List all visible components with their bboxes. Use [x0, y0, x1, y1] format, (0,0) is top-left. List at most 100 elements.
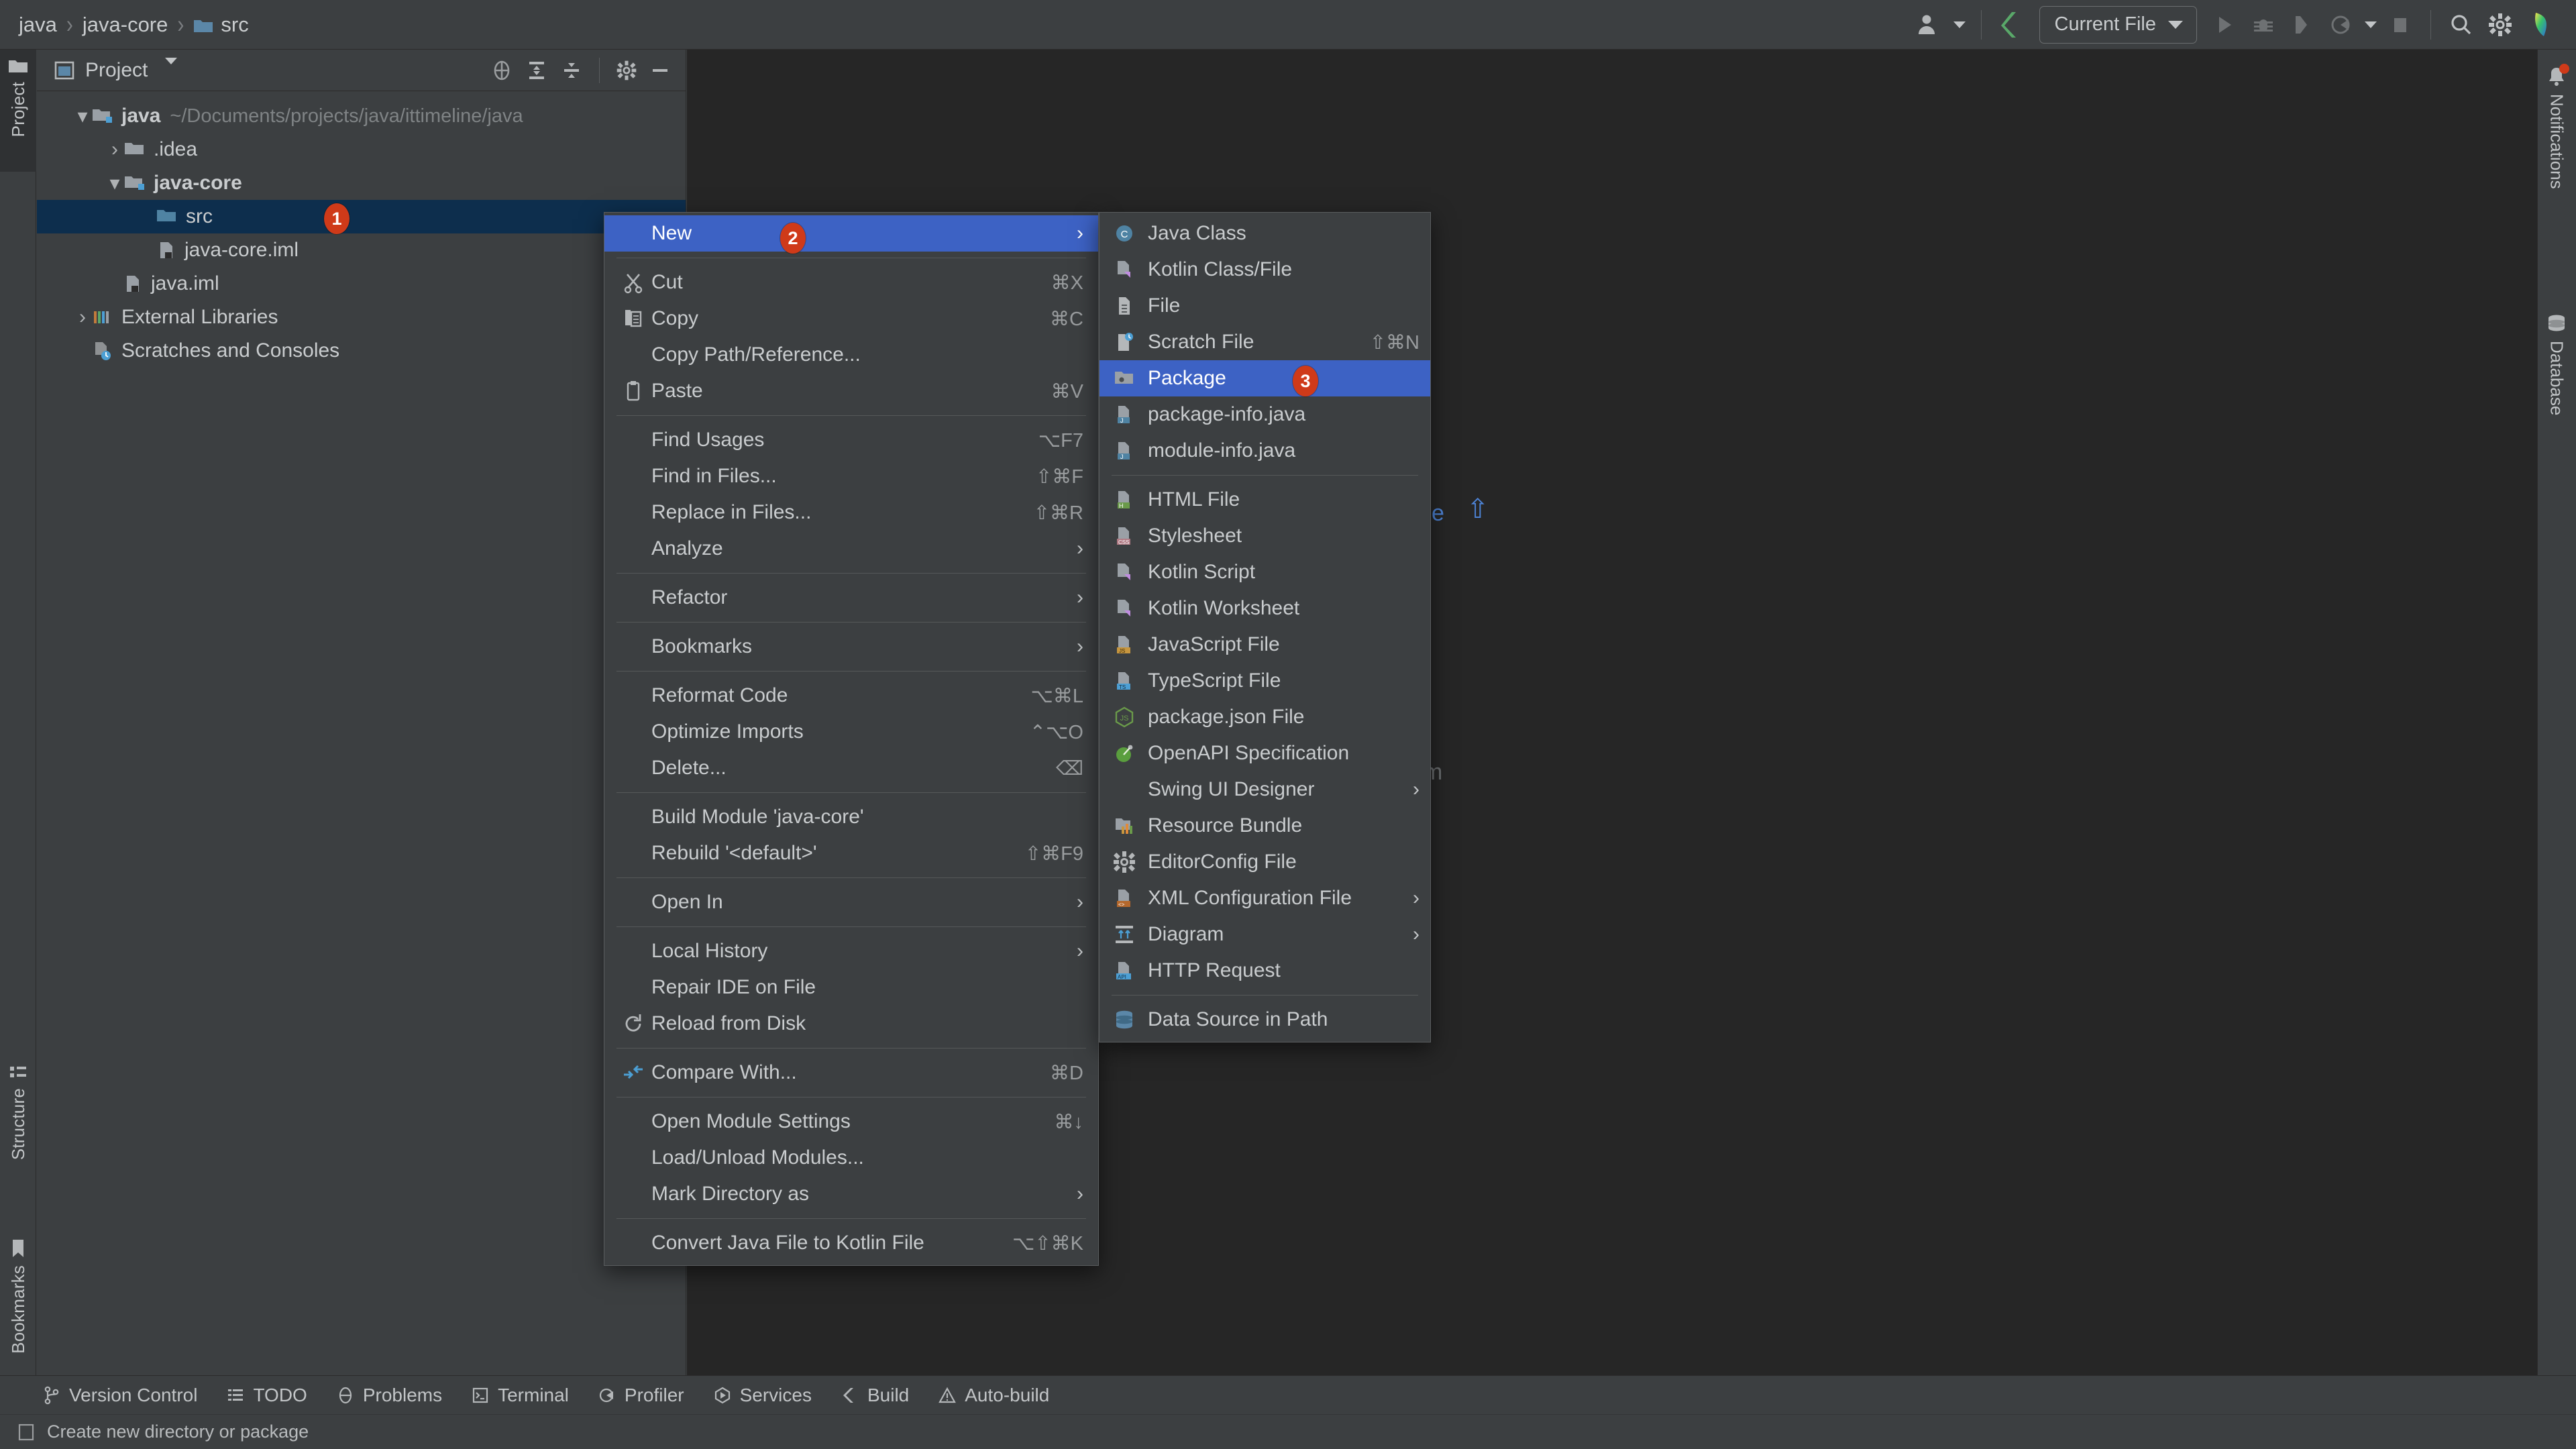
- menu-item-rebuild-default[interactable]: Rebuild '<default>' ⇧⌘F9: [604, 835, 1098, 871]
- tree-row[interactable]: ▾ java ~/Documents/projects/java/ittimel…: [37, 99, 686, 133]
- menu-item-mark-directory-as[interactable]: Mark Directory as ›: [604, 1176, 1098, 1212]
- sidebar-item-database[interactable]: Database: [2537, 305, 2576, 499]
- menu-item-java-class[interactable]: C Java Class: [1099, 215, 1430, 252]
- bottom-tab-auto-build[interactable]: Auto-build: [938, 1385, 1049, 1406]
- ai-assistant-icon[interactable]: [2520, 5, 2559, 44]
- debug-icon[interactable]: [2244, 5, 2283, 44]
- menu-item-package-json-file[interactable]: JS package.json File: [1099, 699, 1430, 735]
- run-coverage-icon[interactable]: [2283, 5, 2322, 44]
- menu-item-repair-ide-on-file[interactable]: Repair IDE on File: [604, 969, 1098, 1006]
- menu-item-load-unload-modules[interactable]: Load/Unload Modules...: [604, 1140, 1098, 1176]
- menu-item-compare-with[interactable]: Compare With... ⌘D: [604, 1055, 1098, 1091]
- breadcrumb-item-java[interactable]: java: [15, 13, 66, 37]
- menu-item-scratch-file[interactable]: Scratch File ⇧⌘N: [1099, 324, 1430, 360]
- target-icon[interactable]: [490, 59, 513, 82]
- bottom-tab-services[interactable]: Services: [714, 1385, 812, 1406]
- tree-row[interactable]: java-core.iml: [37, 233, 686, 267]
- tree-row[interactable]: Scratches and Consoles: [37, 334, 686, 368]
- profiler-chevron-down-icon[interactable]: [2361, 5, 2381, 44]
- user-account-icon[interactable]: [1910, 5, 1949, 44]
- menu-item-convert-java-file-to-kotlin-file[interactable]: Convert Java File to Kotlin File ⌥⇧⌘K: [604, 1225, 1098, 1261]
- menu-item-delete[interactable]: Delete... ⌫: [604, 750, 1098, 786]
- menu-item-optimize-imports[interactable]: Optimize Imports ⌃⌥O: [604, 714, 1098, 750]
- menu-item-swing-ui-designer[interactable]: Swing UI Designer ›: [1099, 771, 1430, 808]
- bottom-tab-todo[interactable]: TODO: [227, 1385, 307, 1406]
- account-chevron-down-icon[interactable]: [1949, 5, 1970, 44]
- menu-item-typescript-file[interactable]: TS TypeScript File: [1099, 663, 1430, 699]
- menu-item-label: Build Module 'java-core': [651, 806, 864, 828]
- sidebar-item-bookmarks[interactable]: Bookmarks: [0, 1230, 36, 1398]
- bottom-tab-profiler[interactable]: Profiler: [598, 1385, 684, 1406]
- tree-row-src[interactable]: src: [37, 200, 686, 233]
- minus-icon[interactable]: [649, 60, 671, 81]
- menu-item-package-info-java[interactable]: Jpackage-info.java: [1099, 396, 1430, 433]
- menu-item-bookmarks[interactable]: Bookmarks ›: [604, 629, 1098, 665]
- gear-icon[interactable]: [616, 60, 637, 81]
- search-icon[interactable]: [2442, 5, 2481, 44]
- menu-item-editorconfig-file[interactable]: EditorConfig File: [1099, 844, 1430, 880]
- menu-item-kotlin-worksheet[interactable]: Kotlin Worksheet: [1099, 590, 1430, 627]
- bottom-tab-terminal[interactable]: Terminal: [472, 1385, 569, 1406]
- stop-icon[interactable]: [2381, 5, 2420, 44]
- menu-item-copy[interactable]: Copy ⌘C: [604, 301, 1098, 337]
- menu-item-kotlin-script[interactable]: Kotlin Script: [1099, 554, 1430, 590]
- menu-item-reformat-code[interactable]: Reformat Code ⌥⌘L: [604, 678, 1098, 714]
- menu-item-analyze[interactable]: Analyze ›: [604, 531, 1098, 567]
- menu-item-find-usages[interactable]: Find Usages ⌥F7: [604, 422, 1098, 458]
- tree-row[interactable]: ▾ java-core: [37, 166, 686, 200]
- menu-item-file[interactable]: File: [1099, 288, 1430, 324]
- menu-item-local-history[interactable]: Local History ›: [604, 933, 1098, 969]
- profiler-icon[interactable]: [2322, 5, 2361, 44]
- run-icon[interactable]: [2205, 5, 2244, 44]
- menu-item-html-file[interactable]: H HTML File: [1099, 482, 1430, 518]
- tree-row[interactable]: › .idea: [37, 133, 686, 166]
- menu-item-open-module-settings[interactable]: Open Module Settings ⌘↓: [604, 1104, 1098, 1140]
- menu-item-build-module-java-core[interactable]: Build Module 'java-core': [604, 799, 1098, 835]
- menu-item-copy-path-reference[interactable]: Copy Path/Reference...: [604, 337, 1098, 373]
- menu-item-resource-bundle[interactable]: Resource Bundle: [1099, 808, 1430, 844]
- menu-item-xml-configuration-file[interactable]: <> XML Configuration File ›: [1099, 880, 1430, 916]
- breadcrumb-item-java-core[interactable]: java-core: [73, 13, 178, 37]
- menu-item-kotlin-class-file[interactable]: Kotlin Class/File: [1099, 252, 1430, 288]
- expand-all-icon[interactable]: [525, 59, 548, 82]
- menu-item-stylesheet[interactable]: CSS Stylesheet: [1099, 518, 1430, 554]
- menu-item-refactor[interactable]: Refactor ›: [604, 580, 1098, 616]
- menu-item-openapi-specification[interactable]: OpenAPI Specification: [1099, 735, 1430, 771]
- js-file-icon: JS: [1113, 633, 1148, 656]
- menu-item-diagram[interactable]: Diagram ›: [1099, 916, 1430, 953]
- menu-item-new[interactable]: New ›: [604, 215, 1098, 252]
- menu-item-shortcut: ⌥F7: [1038, 429, 1083, 451]
- bottom-tab-build[interactable]: Build: [841, 1385, 909, 1406]
- bottom-tab-version-control[interactable]: Version Control: [43, 1385, 197, 1406]
- menu-item-module-info-java[interactable]: Jmodule-info.java: [1099, 433, 1430, 469]
- menu-item-find-in-files[interactable]: Find in Files... ⇧⌘F: [604, 458, 1098, 494]
- java-class-icon: C: [1113, 222, 1148, 245]
- collapse-all-icon[interactable]: [560, 59, 583, 82]
- menu-item-cut[interactable]: Cut ⌘X: [604, 264, 1098, 301]
- sidebar-item-structure[interactable]: Structure: [0, 1056, 36, 1210]
- menu-item-paste[interactable]: Paste ⌘V: [604, 373, 1098, 409]
- bottom-tab-problems[interactable]: Problems: [337, 1385, 442, 1406]
- menu-item-replace-in-files[interactable]: Replace in Files... ⇧⌘R: [604, 494, 1098, 531]
- database-icon: [2546, 314, 2567, 334]
- sidebar-item-notifications[interactable]: Notifications: [2537, 56, 2576, 278]
- menu-item-javascript-file[interactable]: JS JavaScript File: [1099, 627, 1430, 663]
- project-panel-chevron-down-icon[interactable]: [165, 57, 178, 76]
- tree-row[interactable]: › External Libraries: [37, 301, 686, 334]
- chevron-down-icon[interactable]: ▾: [73, 105, 92, 128]
- menu-item-package[interactable]: Package: [1099, 360, 1430, 396]
- menu-item-reload-from-disk[interactable]: Reload from Disk: [604, 1006, 1098, 1042]
- breadcrumb-item-src[interactable]: src: [184, 13, 258, 37]
- chevron-right-icon[interactable]: ›: [105, 138, 124, 161]
- chevron-down-icon[interactable]: ▾: [105, 172, 124, 195]
- chevron-right-icon[interactable]: ›: [73, 306, 92, 329]
- vcs-update-icon[interactable]: [1992, 5, 2031, 44]
- tree-row[interactable]: java.iml: [37, 267, 686, 301]
- sidebar-item-project[interactable]: Project: [0, 50, 36, 172]
- menu-item-data-source-in-path[interactable]: Data Source in Path: [1099, 1002, 1430, 1038]
- menu-item-http-request[interactable]: API HTTP Request: [1099, 953, 1430, 989]
- gear-icon[interactable]: [2481, 5, 2520, 44]
- run-configuration-selector[interactable]: Current File: [2039, 5, 2197, 44]
- menu-item-open-in[interactable]: Open In ›: [604, 884, 1098, 920]
- menu-item-label: Rebuild '<default>': [651, 842, 817, 864]
